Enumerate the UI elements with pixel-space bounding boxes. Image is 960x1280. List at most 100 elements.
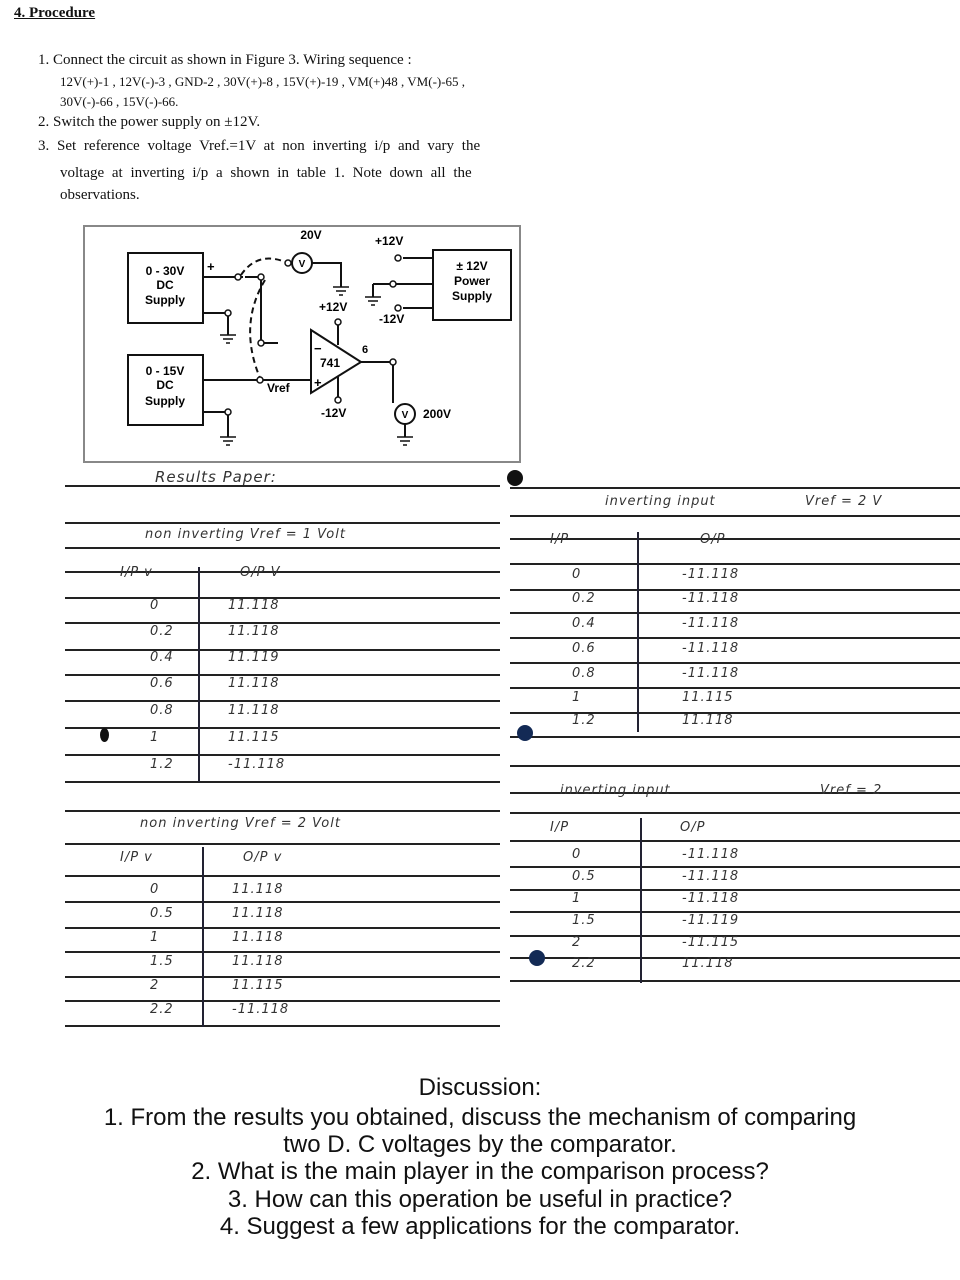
output-voltage-cell: -11.115 (682, 935, 740, 950)
output-voltage-cell: 11.118 (682, 713, 734, 728)
binder-hole (529, 950, 545, 966)
ruled-line (65, 485, 500, 487)
ruled-line (65, 951, 500, 953)
ruled-line (65, 875, 500, 877)
inverting-sign: − (314, 341, 322, 356)
wiring-sequence-2: 30V(-)-66 , 15V(-)-66. (60, 94, 179, 109)
table-vref-label: Vref = 2 (820, 783, 883, 798)
output-voltage-cell: 11.118 (232, 930, 284, 945)
input-voltage-cell: 2.2 (572, 956, 596, 971)
ruled-line (510, 812, 960, 814)
column-header-input: I/P (550, 532, 570, 547)
input-voltage-cell: 1.5 (572, 913, 596, 928)
input-voltage-cell: 0.8 (572, 666, 596, 681)
plus-terminal: + (207, 259, 215, 274)
discussion-q3: 3. How can this operation be useful in p… (227, 1186, 733, 1213)
ruled-line (510, 687, 960, 689)
table-title: non inverting Vref = 2 Volt (140, 816, 341, 831)
output-voltage-cell: -11.118 (232, 1002, 290, 1017)
output-voltage-cell: -11.118 (682, 847, 740, 862)
input-voltage-cell: 0 (150, 598, 160, 613)
table-divider (640, 818, 642, 983)
discussion-heading: Discussion: (418, 1074, 542, 1101)
input-voltage-cell: 0 (572, 847, 582, 862)
output-voltage-cell: -11.118 (682, 869, 740, 884)
noninverting-sign: + (314, 375, 322, 390)
output-voltage-cell: -11.118 (682, 567, 740, 582)
step-3-end: observations. (60, 187, 140, 203)
results-title: Results Paper: (155, 468, 277, 486)
output-voltage-cell: -11.118 (682, 591, 740, 606)
voltmeter1-icon: V (299, 259, 306, 270)
ruled-line (65, 674, 500, 676)
column-header-input: I/P v (120, 850, 153, 865)
output-pin: 6 (362, 344, 368, 356)
input-voltage-cell: 0.2 (150, 624, 174, 639)
output-voltage-cell: -11.118 (682, 641, 740, 656)
column-header-output: O/P (700, 532, 726, 547)
input-voltage-cell: 1.2 (572, 713, 596, 728)
step-3-cont: voltage at inverting i/p a shown in tabl… (60, 165, 472, 181)
ruled-line (65, 700, 500, 702)
power-minus12: -12V (379, 312, 404, 326)
ruled-line (510, 662, 960, 664)
table-vref-label: Vref = 2 V (805, 494, 883, 509)
step-1: 1. Connect the circuit as shown in Figur… (38, 52, 412, 68)
input-voltage-cell: 0 (150, 882, 160, 897)
table-title: inverting input (560, 783, 671, 798)
discussion-q1: 1. From the results you obtained, discus… (103, 1104, 857, 1131)
supply2-line2: DC (156, 378, 174, 392)
output-voltage-cell: -11.118 (228, 757, 286, 772)
input-voltage-cell: 0.4 (572, 616, 596, 631)
output-voltage-cell: 11.118 (682, 956, 734, 971)
ruled-line (65, 927, 500, 929)
supply1-line1: 0 - 30V (146, 264, 185, 278)
output-voltage-cell: 11.118 (232, 954, 284, 969)
ruled-line (65, 547, 500, 549)
input-voltage-cell: 0.6 (150, 676, 174, 691)
ruled-line (65, 843, 500, 845)
power-line3: Supply (452, 289, 492, 303)
output-voltage-cell: 11.118 (232, 882, 284, 897)
table-divider (637, 532, 639, 732)
ruled-line (510, 736, 960, 738)
output-voltage-cell: -11.118 (682, 616, 740, 631)
binder-hole (100, 728, 109, 742)
table-divider (198, 567, 200, 782)
output-voltage-cell: -11.118 (682, 891, 740, 906)
supply2-line1: 0 - 15V (146, 364, 185, 378)
discussion-q1-cont: two D. C voltages by the comparator. (283, 1131, 677, 1158)
output-voltage-cell: 11.118 (228, 598, 280, 613)
ruled-line (65, 810, 500, 812)
column-header-output: O/P V (240, 565, 281, 580)
voltmeter2-icon: V (402, 410, 409, 421)
ruled-line (510, 515, 960, 517)
input-voltage-cell: 0.5 (150, 906, 174, 921)
opamp-label: 741 (320, 356, 340, 370)
power-line2: Power (454, 274, 490, 288)
input-voltage-cell: 0.2 (572, 591, 596, 606)
ruled-line (65, 901, 500, 903)
power-plus12: +12V (375, 234, 403, 248)
input-voltage-cell: 0.8 (150, 703, 174, 718)
voltmeter1-range: 20V (300, 228, 321, 242)
circuit-diagram: 0 - 30V DC Supply 0 - 15V DC Supply ± 12… (83, 225, 521, 463)
procedure-heading: 4. Procedure (14, 5, 96, 21)
output-voltage-cell: 11.115 (228, 730, 280, 745)
voltmeter2-range: 200V (423, 407, 451, 421)
vref-label: Vref (267, 381, 291, 395)
input-voltage-cell: 1 (150, 930, 160, 945)
ruled-line (510, 612, 960, 614)
step-2: 2. Switch the power supply on ±12V. (38, 114, 261, 130)
discussion-q2: 2. What is the main player in the compar… (191, 1158, 769, 1185)
input-voltage-cell: 2.2 (150, 1002, 174, 1017)
output-voltage-cell: 11.119 (228, 650, 280, 665)
input-voltage-cell: 2 (572, 935, 582, 950)
supply1-line2: DC (156, 278, 174, 292)
output-voltage-cell: -11.119 (682, 913, 740, 928)
column-header-output: O/P v (243, 850, 283, 865)
ruled-line (65, 522, 500, 524)
input-voltage-cell: 0 (572, 567, 582, 582)
output-voltage-cell: 11.118 (228, 624, 280, 639)
ruled-line (65, 597, 500, 599)
